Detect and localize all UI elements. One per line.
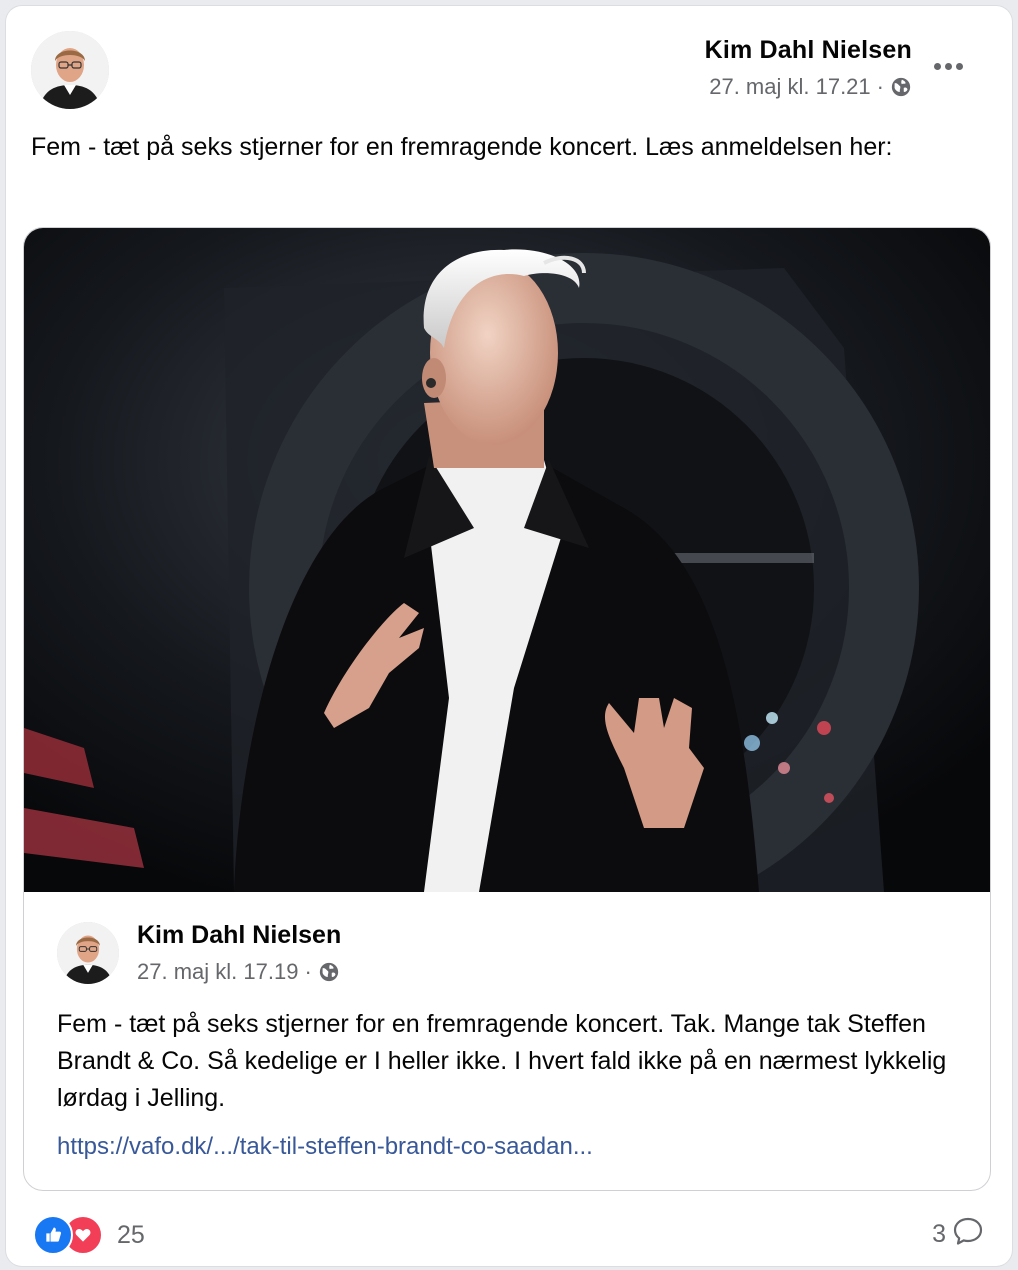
globe-icon[interactable] (318, 961, 340, 983)
post-meta: 27. maj kl. 17.21 · (705, 74, 912, 100)
post-header: Kim Dahl Nielsen 27. maj kl. 17.21 · (705, 36, 912, 100)
shared-author-avatar[interactable] (57, 922, 119, 984)
reactions-summary[interactable]: 25 (33, 1215, 145, 1255)
shared-post-text: Fem - tæt på seks stjerner for en fremra… (57, 1010, 947, 1112)
comment-count[interactable]: 3 (932, 1220, 946, 1249)
meta-separator: · (876, 74, 884, 99)
shared-post-timestamp[interactable]: 27. maj kl. 17.19 (137, 959, 298, 985)
shared-post-meta: 27. maj kl. 17.19 · (137, 959, 340, 985)
comment-icon[interactable] (952, 1215, 984, 1254)
reaction-count[interactable]: 25 (117, 1221, 145, 1250)
post-card: Kim Dahl Nielsen 27. maj kl. 17.21 · Fem… (6, 6, 1012, 1266)
globe-icon[interactable] (890, 76, 912, 98)
article-link[interactable]: https://vafo.dk/.../tak-til-steffen-bran… (57, 1133, 593, 1161)
comments-summary[interactable]: 3 (932, 1215, 984, 1254)
more-options-icon[interactable] (926, 51, 970, 81)
shared-author-name[interactable]: Kim Dahl Nielsen (137, 921, 341, 950)
shared-post[interactable]: Kim Dahl Nielsen 27. maj kl. 17.19 · Fem… (23, 227, 991, 1191)
author-avatar[interactable] (31, 31, 109, 109)
meta-separator: · (304, 959, 312, 984)
author-name[interactable]: Kim Dahl Nielsen (705, 36, 912, 65)
post-text: Fem - tæt på seks stjerner for en fremra… (31, 133, 893, 161)
like-icon (33, 1215, 73, 1255)
concert-photo[interactable] (24, 228, 990, 892)
post-timestamp[interactable]: 27. maj kl. 17.21 (709, 74, 870, 100)
